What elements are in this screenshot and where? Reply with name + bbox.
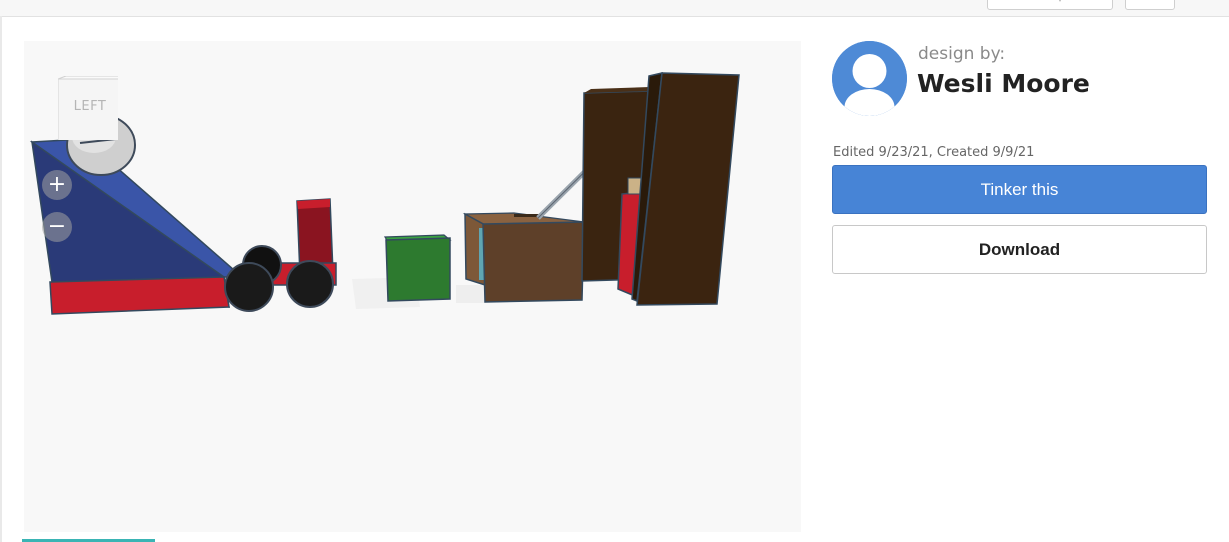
chevron-down-icon: ▾ <box>1058 0 1062 4</box>
wheel-rear <box>286 260 334 308</box>
tinker-this-button[interactable]: Tinker this <box>832 165 1207 214</box>
topbar-button[interactable] <box>1125 0 1175 10</box>
topbar-dropdown[interactable]: ▾ <box>987 0 1113 10</box>
edit-create-dates: Edited 9/23/21, Created 9/9/21 <box>833 145 1035 160</box>
view-cube-label: LEFT <box>73 99 107 114</box>
left-edge-divider <box>0 16 2 542</box>
user-avatar-icon[interactable] <box>832 41 907 116</box>
designer-name[interactable]: Wesli Moore <box>917 69 1090 98</box>
wheel-front <box>224 262 274 312</box>
brown-box <box>482 221 585 303</box>
3d-model-viewer[interactable]: LEFT + − <box>24 41 801 532</box>
green-box <box>385 237 451 302</box>
design-by-label: design by: <box>918 44 1006 64</box>
top-bar: ▾ <box>0 0 1229 17</box>
download-button[interactable]: Download <box>832 225 1207 274</box>
red-base <box>49 276 230 315</box>
zoom-out-button[interactable]: − <box>42 212 72 242</box>
3d-scene <box>29 72 740 315</box>
zoom-in-button[interactable]: + <box>42 170 72 200</box>
